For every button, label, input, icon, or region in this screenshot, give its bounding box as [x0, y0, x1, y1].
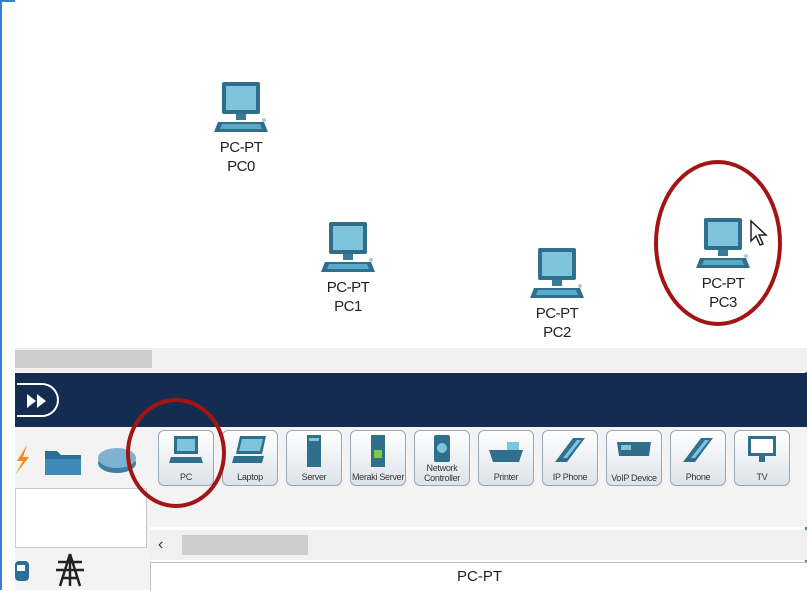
meraki-server-icon [371, 435, 385, 467]
phone-icon [683, 438, 713, 462]
highlight-circle-pc3 [654, 160, 782, 326]
printer-icon [489, 442, 523, 462]
network-controller-icon [434, 435, 450, 462]
device-name-label: PC2 [543, 324, 571, 341]
voip-device-button[interactable]: VoIP Device [606, 430, 662, 486]
fast-forward-icon [27, 394, 46, 408]
device-button-label: Meraki Server [351, 472, 405, 482]
device-button-label: Laptop [237, 472, 263, 482]
scrollbar-thumb[interactable] [15, 350, 152, 368]
device-name-label: PC1 [334, 298, 362, 315]
folder-icon[interactable] [43, 445, 83, 477]
device-type-label: PC-PT [326, 279, 370, 296]
server-icon [307, 435, 321, 467]
device-button-label: Printer [493, 472, 519, 482]
laptop-icon [232, 436, 266, 463]
realtime-toolbar [15, 373, 807, 427]
device-button-label: TV [756, 472, 768, 482]
laptop-device-button[interactable]: Laptop [222, 430, 278, 486]
ip-phone-icon [555, 438, 585, 462]
device-pc1[interactable]: PC-PT PC1 [303, 220, 393, 316]
workspace-horizontal-scrollbar[interactable] [15, 348, 807, 372]
device-pc2[interactable]: PC-PT PC2 [512, 246, 602, 342]
device-name-label: PC0 [227, 158, 255, 175]
pc-icon [321, 222, 375, 272]
pc-icon [530, 248, 584, 298]
server-device-button[interactable]: Server [286, 430, 342, 486]
cloud-icon[interactable] [15, 557, 31, 583]
tv-icon [748, 436, 776, 462]
network-controller-device-button[interactable]: Network Controller [414, 430, 470, 486]
pc-icon [214, 82, 268, 132]
scrollbar-thumb[interactable] [182, 535, 308, 555]
device-button-label: Server [301, 472, 327, 482]
tower-icon[interactable] [53, 553, 87, 587]
tv-device-button[interactable]: TV [734, 430, 790, 486]
device-button-label: IP Phone [552, 472, 588, 482]
device-type-label: PC-PT [219, 139, 263, 156]
scroll-left-arrow[interactable]: ‹ [158, 536, 163, 554]
device-button-label: Phone [685, 472, 711, 482]
category-selection-box [15, 488, 147, 548]
lightning-icon[interactable] [15, 445, 29, 475]
device-list-scrollbar[interactable]: ‹ [150, 530, 807, 560]
device-button-label: VoIP Device [611, 473, 657, 483]
meraki-server-device-button[interactable]: Meraki Server [350, 430, 406, 486]
ip-phone-device-button[interactable]: IP Phone [542, 430, 598, 486]
fast-forward-button[interactable] [17, 383, 59, 417]
device-button-label: Network Controller [423, 463, 460, 483]
phone-device-button[interactable]: Phone [670, 430, 726, 486]
device-pc0[interactable]: PC-PT PC0 [196, 80, 286, 176]
device-type-bar: PC Laptop Server Meraki Server Network C… [150, 427, 807, 527]
printer-device-button[interactable]: Printer [478, 430, 534, 486]
highlight-circle-pc-button [126, 398, 226, 508]
selected-device-model-label: PC-PT [150, 562, 807, 591]
device-type-label: PC-PT [535, 305, 579, 322]
voip-device-icon [617, 442, 651, 456]
